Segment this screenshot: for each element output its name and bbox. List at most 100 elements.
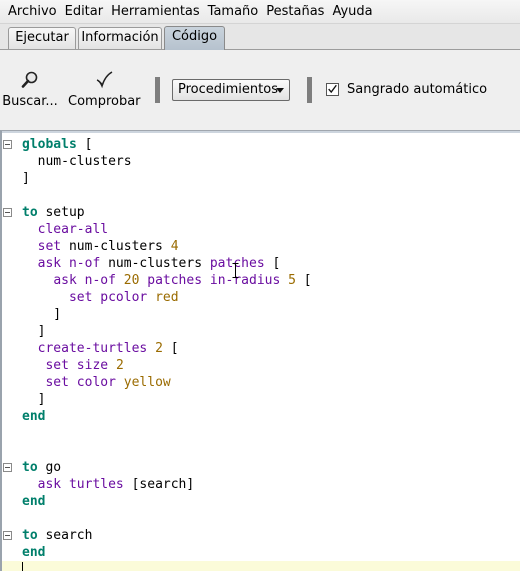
code-line: to search xyxy=(22,527,520,544)
code-line: ask n-of 20 patches in-radius 5 [ xyxy=(22,272,520,289)
code-token: turtles xyxy=(68,477,124,492)
code-area[interactable]: globals [ num-clusters] to setup clear-al… xyxy=(2,136,520,571)
code-token: [ xyxy=(162,341,179,356)
fold-toggle-icon[interactable] xyxy=(3,208,12,217)
code-token: num-clusters xyxy=(61,239,171,254)
code-line: set pcolor red xyxy=(22,289,520,306)
code-token: ask xyxy=(37,477,62,492)
menu-pestanas[interactable]: Pestañas xyxy=(262,0,328,24)
code-token: to xyxy=(22,205,38,220)
code-token: [ xyxy=(76,137,93,152)
code-line: end xyxy=(22,544,520,561)
code-token: 2 xyxy=(155,341,163,356)
code-line: clear-all xyxy=(22,221,520,238)
code-token: end xyxy=(22,409,46,424)
code-token: n-of xyxy=(68,256,101,271)
code-token: 2 xyxy=(115,358,124,373)
code-line: set color yellow xyxy=(22,374,520,391)
code-token: red xyxy=(155,290,179,305)
chevron-down-icon xyxy=(276,88,284,93)
toolbar: Buscar... Comprobar Procedimientos Sangr… xyxy=(0,50,520,130)
toolbar-separator xyxy=(155,77,160,103)
find-button[interactable]: Buscar... xyxy=(0,50,60,130)
procedures-dropdown[interactable]: Procedimientos xyxy=(172,79,290,101)
fold-toggle-icon[interactable] xyxy=(3,463,12,472)
code-token: ask xyxy=(37,256,62,271)
menu-archivo[interactable]: Archivo xyxy=(4,0,61,24)
code-token: pcolor xyxy=(100,290,148,305)
magnifier-icon xyxy=(21,71,38,88)
procedures-label: Procedimientos xyxy=(178,82,278,97)
toolbar-separator xyxy=(307,77,312,103)
code-line: set num-clusters 4 xyxy=(22,238,520,255)
auto-indent-label: Sangrado automático xyxy=(347,82,488,97)
code-token: set xyxy=(45,375,69,390)
code-line: ask n-of num-clusters patches [ xyxy=(22,255,520,272)
menu-bar: Archivo Editar Herramientas Tamaño Pesta… xyxy=(0,0,520,24)
menu-tamano[interactable]: Tamaño xyxy=(204,0,263,24)
code-line: ] xyxy=(22,323,520,340)
tab-strip: Ejecutar Información Código xyxy=(0,24,520,50)
check-button[interactable]: Comprobar xyxy=(68,50,141,130)
code-token: setup xyxy=(37,205,85,220)
code-token: ] xyxy=(22,307,62,322)
code-token: 20 xyxy=(123,273,140,288)
tab-codigo[interactable]: Código xyxy=(164,26,225,50)
auto-indent-checkbox[interactable] xyxy=(326,83,339,96)
code-line: to go xyxy=(22,459,520,476)
code-editor[interactable]: globals [ num-clusters] to setup clear-al… xyxy=(0,130,520,571)
code-token: to xyxy=(22,460,38,475)
fold-toggle-icon[interactable] xyxy=(3,531,12,540)
check-label: Comprobar xyxy=(68,94,141,109)
code-token: globals xyxy=(22,137,77,152)
tab-informacion[interactable]: Información xyxy=(78,27,162,49)
menu-ayuda[interactable]: Ayuda xyxy=(328,0,376,24)
code-token: n-of xyxy=(84,273,116,288)
code-token: end xyxy=(22,494,46,509)
code-token: clear-all xyxy=(37,222,109,237)
code-token: set xyxy=(45,358,69,373)
fold-toggle-icon[interactable] xyxy=(3,140,12,149)
code-token: yellow xyxy=(123,375,171,390)
code-line: ] xyxy=(22,170,520,187)
code-token: create-turtles xyxy=(37,341,148,356)
menu-editar[interactable]: Editar xyxy=(61,0,108,24)
code-token: num-clusters xyxy=(100,256,210,271)
code-token: ] xyxy=(22,392,46,407)
checkmark-icon xyxy=(96,71,113,89)
find-label: Buscar... xyxy=(2,94,58,109)
code-token: num-clusters xyxy=(22,154,132,169)
code-token: [search] xyxy=(123,477,195,492)
menu-herramientas[interactable]: Herramientas xyxy=(107,0,204,24)
code-line xyxy=(2,561,520,571)
code-token: to xyxy=(22,528,38,543)
text-caret xyxy=(22,562,23,571)
code-line: create-turtles 2 [ xyxy=(22,340,520,357)
code-line: end xyxy=(22,493,520,510)
code-token: in-radius xyxy=(209,273,281,288)
code-token: ] xyxy=(22,171,30,186)
code-token: ask xyxy=(53,273,77,288)
tab-ejecutar[interactable]: Ejecutar xyxy=(8,27,76,49)
code-line: ] xyxy=(22,306,520,323)
code-token: set xyxy=(68,290,93,305)
code-token: go xyxy=(37,460,62,475)
